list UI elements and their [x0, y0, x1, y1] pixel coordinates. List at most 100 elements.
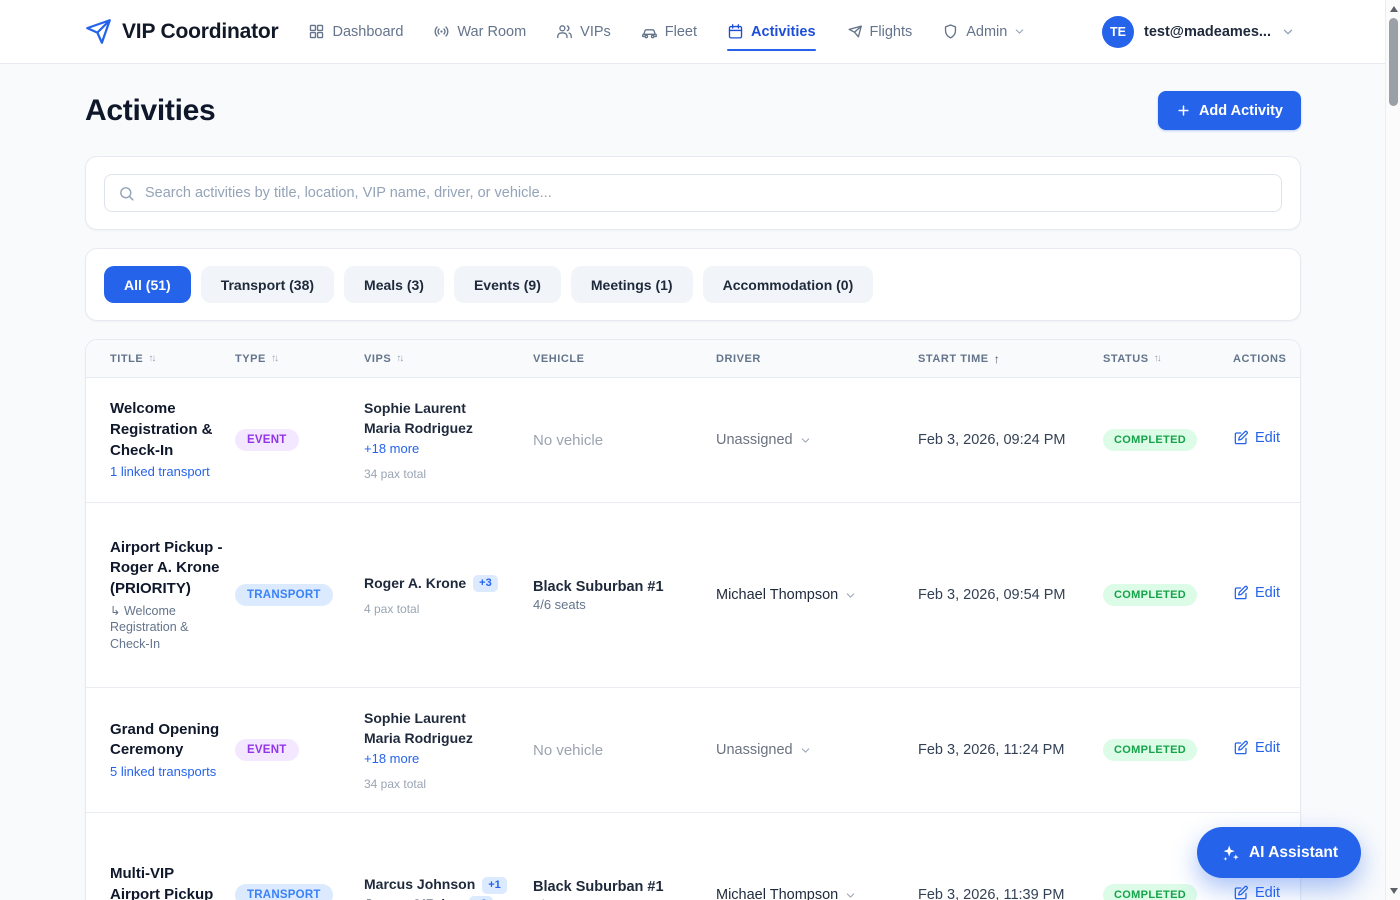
- edit-button[interactable]: Edit: [1233, 430, 1280, 446]
- linked-transport-link[interactable]: 1 linked transport: [110, 464, 223, 481]
- cell-vehicle: Black Suburban #15/6 seats: [533, 861, 716, 900]
- nav-item-war-room[interactable]: War Room: [433, 0, 526, 64]
- table-body: Welcome Registration & Check-In 1 linked …: [86, 378, 1300, 900]
- edit-label: Edit: [1255, 585, 1280, 601]
- chevron-down-icon: [844, 589, 857, 602]
- vehicle-name: Black Suburban #1: [533, 579, 704, 595]
- nav-item-label: VIPs: [580, 24, 611, 40]
- cell-vehicle: No vehicle: [533, 414, 716, 467]
- column-header-label: ACTIONS: [1233, 353, 1286, 365]
- chevron-down-icon: [1013, 25, 1026, 38]
- filter-tab-transport-38[interactable]: Transport (38): [201, 266, 334, 303]
- column-header-label: STATUS: [1103, 353, 1149, 365]
- column-header-label: TITLE: [110, 353, 143, 365]
- search-input[interactable]: [145, 185, 1268, 201]
- activity-title: Multi-VIP Airport Pickup (5 passengers): [110, 864, 223, 900]
- column-header-start-time[interactable]: START TIME↑: [918, 352, 1103, 366]
- column-header-vips[interactable]: VIPS↑↓: [364, 353, 533, 365]
- filter-tab-accommodation-0[interactable]: Accommodation (0): [703, 266, 874, 303]
- start-time: Feb 3, 2026, 11:24 PM: [918, 742, 1064, 758]
- main-content: Activities Add Activity All (51) Transpor…: [85, 91, 1301, 900]
- activity-title: Airport Pickup - Roger A. Krone (PRIORIT…: [110, 538, 223, 600]
- nav-item-flights[interactable]: Flights: [846, 0, 913, 64]
- vip-name: Roger A. Krone: [364, 574, 466, 594]
- add-activity-label: Add Activity: [1199, 103, 1283, 119]
- cell-vips: Roger A. Krone+34 pax total: [364, 556, 533, 635]
- cell-vips: Sophie LaurentMaria Rodriguez+18 more34 …: [364, 381, 533, 499]
- vips-more-link[interactable]: +18 more: [364, 751, 419, 766]
- activity-title: Welcome Registration & Check-In: [110, 399, 223, 461]
- add-activity-button[interactable]: Add Activity: [1158, 91, 1301, 130]
- nav-item-label: Dashboard: [332, 24, 403, 40]
- search-card: [85, 156, 1301, 230]
- scroll-down-arrow-icon[interactable]: [1386, 884, 1400, 898]
- user-menu[interactable]: TE test@madeames...: [1102, 16, 1295, 48]
- page-header: Activities Add Activity: [85, 91, 1301, 130]
- no-vehicle-label: No vehicle: [533, 742, 704, 759]
- vip-name: Sophie Laurent: [364, 709, 466, 729]
- status-badge: COMPLETED: [1103, 739, 1197, 761]
- column-header-label: START TIME: [918, 353, 989, 365]
- cell-title: Airport Pickup - Roger A. Krone (PRIORIT…: [110, 520, 235, 671]
- edit-button[interactable]: Edit: [1233, 740, 1280, 756]
- column-header-label: VEHICLE: [533, 353, 585, 365]
- nav-item-dashboard[interactable]: Dashboard: [308, 0, 403, 64]
- status-badge: COMPLETED: [1103, 584, 1197, 606]
- sort-both-icon: ↑↓: [1154, 353, 1162, 364]
- cell-type: EVENT: [235, 411, 364, 469]
- brand-name: VIP Coordinator: [122, 20, 278, 44]
- cell-vips: Sophie LaurentMaria Rodriguez+18 more34 …: [364, 691, 533, 809]
- cell-vips: Marcus Johnson+1James O'Brien+2: [364, 857, 533, 900]
- edit-label: Edit: [1255, 430, 1280, 446]
- nav-item-label: Flights: [870, 24, 913, 40]
- edit-icon: [1233, 740, 1249, 756]
- vip-name: Maria Rodriguez: [364, 729, 473, 749]
- column-header-type[interactable]: TYPE↑↓: [235, 353, 364, 365]
- vip-line: Maria Rodriguez: [364, 419, 521, 439]
- start-time: Feb 3, 2026, 09:24 PM: [918, 432, 1066, 448]
- type-badge: TRANSPORT: [235, 884, 333, 900]
- scrollbar-thumb[interactable]: [1389, 18, 1398, 106]
- plane-icon: [846, 23, 863, 40]
- ai-assistant-button[interactable]: AI Assistant: [1197, 827, 1361, 878]
- no-vehicle-label: No vehicle: [533, 432, 704, 449]
- driver-dropdown[interactable]: Michael Thompson: [716, 887, 857, 900]
- cell-actions: Edit: [1233, 567, 1276, 624]
- scroll-up-arrow-icon[interactable]: [1386, 2, 1400, 16]
- filter-tab-meetings-1[interactable]: Meetings (1): [571, 266, 693, 303]
- table-row: Grand Opening Ceremony5 linked transport…: [86, 688, 1300, 813]
- filter-tab-meals-3[interactable]: Meals (3): [344, 266, 444, 303]
- cell-vehicle: No vehicle: [533, 724, 716, 777]
- driver-name: Michael Thompson: [716, 587, 838, 603]
- column-header-title[interactable]: TITLE↑↓: [110, 353, 235, 365]
- vip-line: Sophie Laurent: [364, 709, 521, 729]
- edit-button[interactable]: Edit: [1233, 885, 1280, 900]
- driver-name: Michael Thompson: [716, 887, 838, 900]
- car-icon: [641, 23, 658, 40]
- driver-dropdown[interactable]: Michael Thompson: [716, 587, 857, 603]
- table-row: Multi-VIP Airport Pickup (5 passengers) T…: [86, 813, 1300, 900]
- shield-icon: [942, 23, 959, 40]
- type-badge: EVENT: [235, 429, 299, 451]
- driver-dropdown[interactable]: Unassigned: [716, 742, 812, 758]
- linked-transport-link[interactable]: 5 linked transports: [110, 764, 223, 781]
- edit-button[interactable]: Edit: [1233, 585, 1280, 601]
- filter-tab-events-9[interactable]: Events (9): [454, 266, 561, 303]
- search-box: [104, 174, 1282, 212]
- vip-line: James O'Brien+2: [364, 895, 521, 900]
- nav-item-fleet[interactable]: Fleet: [641, 0, 697, 64]
- filter-tab-all-51[interactable]: All (51): [104, 266, 191, 303]
- scrollbar[interactable]: [1385, 0, 1400, 900]
- cell-status: COMPLETED: [1103, 411, 1233, 469]
- vips-more-link[interactable]: +18 more: [364, 441, 419, 456]
- column-header-status[interactable]: STATUS ↑↓: [1103, 353, 1233, 365]
- nav-item-vips[interactable]: VIPs: [556, 0, 611, 64]
- cell-type: TRANSPORT: [235, 866, 364, 900]
- column-header-label: VIPS: [364, 353, 391, 365]
- driver-dropdown[interactable]: Unassigned: [716, 432, 812, 448]
- vip-extra-count-badge: +2: [469, 896, 494, 900]
- nav-item-admin[interactable]: Admin: [942, 0, 1026, 64]
- chevron-down-icon: [799, 434, 812, 447]
- vip-line: Roger A. Krone+3: [364, 574, 521, 594]
- nav-item-activities[interactable]: Activities: [727, 0, 815, 64]
